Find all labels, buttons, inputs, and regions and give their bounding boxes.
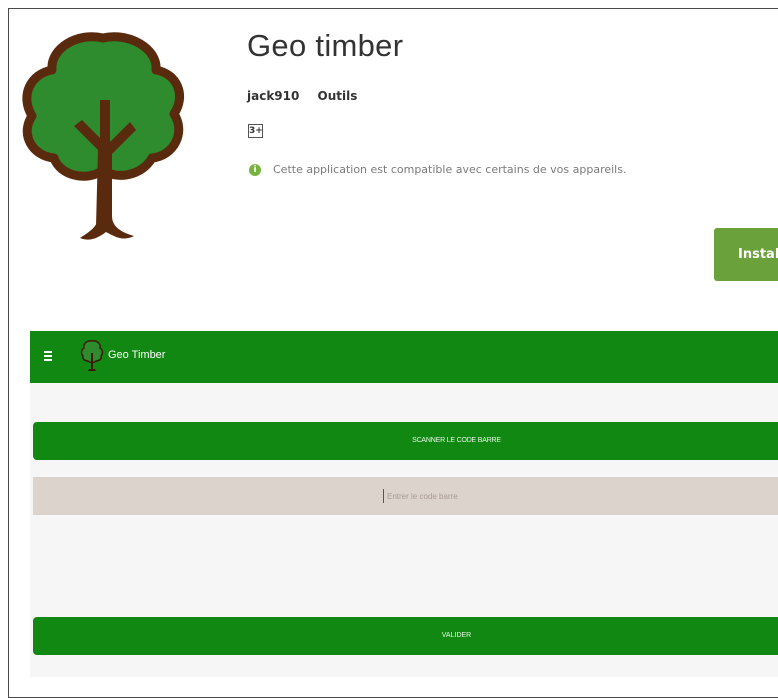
info-icon: i [249,163,261,176]
toolbar-title: Geo Timber [108,349,166,361]
app-screenshot: Geo Timber SCANNER LE CODE BARRE Entrer … [30,331,778,677]
toolbar-tree-icon [80,339,104,373]
barcode-input-content: Entrer le code barre [383,488,458,504]
app-title: Geo timber [247,28,404,63]
barcode-input[interactable]: Entrer le code barre [33,477,778,515]
developer-link[interactable]: jack910 [247,89,299,103]
app-tree-icon [18,30,188,252]
scan-barcode-button[interactable]: SCANNER LE CODE BARRE [33,422,778,460]
barcode-placeholder: Entrer le code barre [387,491,458,501]
category-link[interactable]: Outils [318,89,358,103]
app-toolbar: Geo Timber [30,331,778,383]
install-button[interactable]: Installer [714,228,778,281]
compatibility-notice: i Cette application est compatible avec … [249,163,626,176]
compatibility-text: Cette application est compatible avec ce… [273,163,627,176]
app-meta-row: jack910 Outils [247,89,357,103]
hamburger-menu-icon[interactable] [44,351,52,361]
text-caret [383,489,384,503]
content-rating-badge: 3+ [248,124,263,138]
validate-button[interactable]: VALIDER [33,617,778,655]
